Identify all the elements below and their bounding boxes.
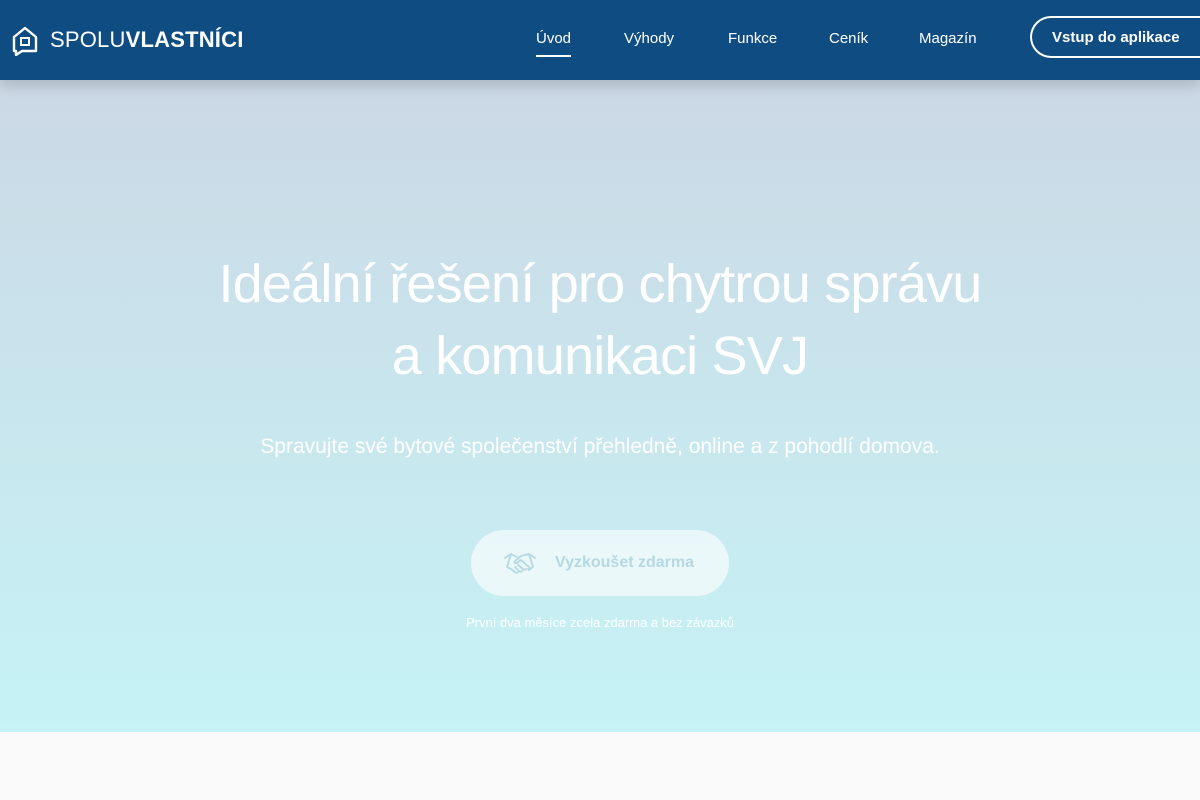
nav-item-vyhody[interactable]: Výhody xyxy=(624,30,674,47)
hero-section: Ideální řešení pro chytrou správu a komu… xyxy=(0,80,1200,732)
nav-item-magazin[interactable]: Magazín xyxy=(919,30,977,47)
hero-title-line-1: Ideální řešení pro chytrou správu xyxy=(218,254,982,314)
app-login-button[interactable]: Vstup do aplikace xyxy=(1030,16,1200,58)
trial-note: První dva měsíce zcela zdarma a bez záva… xyxy=(465,615,735,630)
nav-item-uvod[interactable]: Úvod xyxy=(536,30,572,57)
try-free-label: Vyzkoušet zdarma xyxy=(555,554,695,571)
try-free-button[interactable]: Vyzkoušet zdarma xyxy=(471,530,729,596)
logo[interactable]: SPOLUVLASTNÍCI xyxy=(10,24,244,56)
nav-item-cenik[interactable]: Ceník xyxy=(829,30,868,47)
logo-text: SPOLUVLASTNÍCI xyxy=(50,27,244,53)
content-section xyxy=(0,732,1200,800)
nav-item-funkce[interactable]: Funkce xyxy=(728,30,777,47)
site-header: SPOLUVLASTNÍCI Úvod Výhody Funkce Ceník … xyxy=(0,0,1200,80)
hero-subtitle: Spravujte své bytové společenství přehle… xyxy=(260,435,940,458)
logo-text-bold: VLASTNÍCI xyxy=(125,27,244,52)
hero-title: Ideální řešení pro chytrou správu a komu… xyxy=(0,248,1200,392)
handshake-icon xyxy=(504,553,536,574)
hero-title-line-2: a komunikaci SVJ xyxy=(391,326,809,386)
logo-text-light: SPOLU xyxy=(50,27,126,52)
house-chat-icon xyxy=(12,26,38,56)
